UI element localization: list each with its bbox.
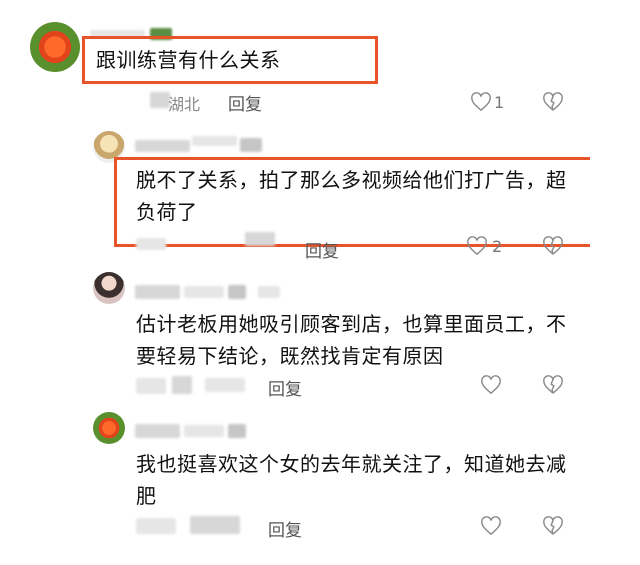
heart-outline-icon[interactable] xyxy=(470,92,492,112)
meta-blurred xyxy=(136,238,166,250)
reply-button[interactable]: 回复 xyxy=(228,90,262,115)
meta-blurred xyxy=(190,516,240,534)
broken-heart-icon[interactable] xyxy=(542,236,564,256)
heart-outline-icon[interactable] xyxy=(480,375,502,395)
reply-button[interactable]: 回复 xyxy=(268,516,302,541)
comment-text: 跟训练营有什么关系 xyxy=(96,48,281,72)
username-blurred[interactable] xyxy=(184,425,224,437)
meta-blurred xyxy=(136,378,166,394)
meta-blurred xyxy=(150,92,170,108)
username-blurred[interactable] xyxy=(228,285,246,299)
heart-outline-icon[interactable] xyxy=(480,516,502,536)
meta-blurred xyxy=(205,378,245,392)
username-blurred[interactable] xyxy=(258,286,280,298)
username-blurred[interactable] xyxy=(135,140,190,152)
reply-button[interactable]: 回复 xyxy=(268,375,302,400)
broken-heart-icon[interactable] xyxy=(542,516,564,536)
comment-text: 我也挺喜欢这个女的去年就关注了，知道她去减肥 xyxy=(136,452,567,508)
comment-text: 脱不了关系，拍了那么多视频给他们打广告，超负荷了 xyxy=(136,168,567,224)
like-count: 1 xyxy=(494,93,505,112)
broken-heart-icon[interactable] xyxy=(542,375,564,395)
comment-text: 估计老板用她吸引顾客到店，也算里面员工，不要轻易下结论，既然找肯定有原因 xyxy=(136,312,567,368)
heart-outline-icon[interactable] xyxy=(466,236,488,256)
comment-location: 湖北 xyxy=(168,95,201,114)
reply-button[interactable]: 回复 xyxy=(305,237,339,262)
username-blurred[interactable] xyxy=(135,285,180,299)
username-blurred[interactable] xyxy=(192,136,237,146)
username-blurred[interactable] xyxy=(240,138,262,152)
username-blurred[interactable] xyxy=(135,424,180,438)
username-blurred[interactable] xyxy=(184,286,224,298)
like-count: 2 xyxy=(492,237,503,256)
avatar[interactable] xyxy=(93,272,125,304)
avatar[interactable] xyxy=(93,412,125,444)
meta-blurred xyxy=(245,232,275,246)
meta-blurred xyxy=(172,376,192,394)
avatar[interactable] xyxy=(30,22,80,72)
username-blurred[interactable] xyxy=(228,424,246,438)
meta-blurred xyxy=(136,518,176,534)
broken-heart-icon[interactable] xyxy=(542,92,564,112)
